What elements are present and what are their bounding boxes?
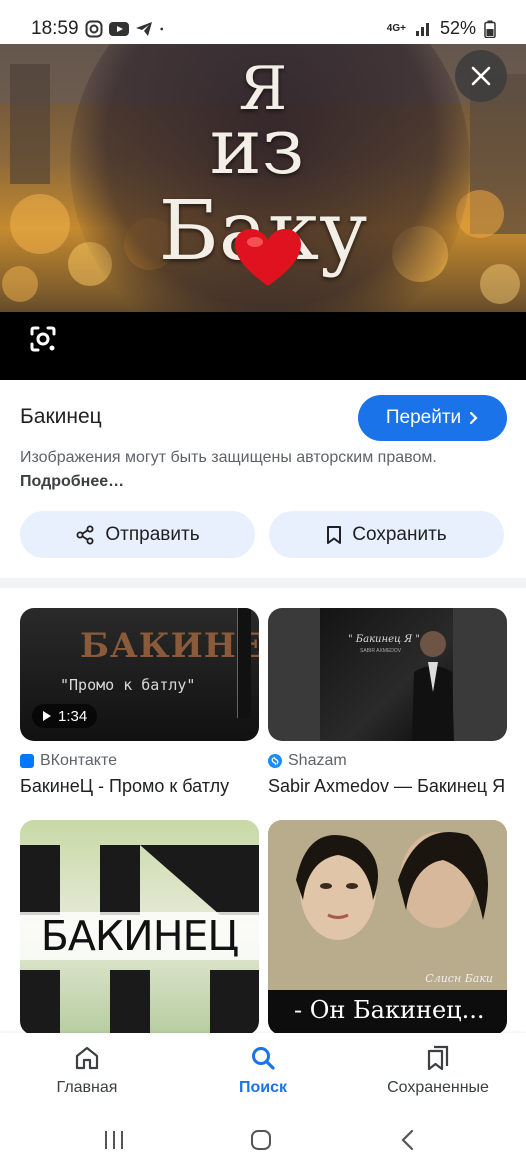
hero-text-line2: из: [209, 102, 305, 192]
close-icon: [471, 66, 491, 86]
nav-home[interactable]: Главная: [12, 1045, 162, 1097]
result-thumbnail[interactable]: " Бакинец Я " SABIR AXMEDOV: [268, 608, 507, 741]
learn-more-link[interactable]: Подробнее…: [20, 473, 124, 490]
home-icon: [75, 1046, 99, 1070]
thumb-title: - Он Бакинец...: [294, 996, 485, 1024]
save-button[interactable]: Сохранить: [269, 511, 504, 558]
share-icon: [76, 525, 94, 544]
play-icon: [43, 711, 51, 721]
notification-icons: [85, 20, 169, 38]
system-navigation-bar: [0, 1113, 526, 1168]
result-card[interactable]: БАКИНЕЦ "Промо к батлу" 1:34 ВКонтакте Б…: [20, 608, 259, 797]
result-source: ВКонтакте: [20, 752, 259, 770]
dot-icon: [160, 27, 164, 31]
duration-text: 1:34: [58, 707, 88, 725]
thumb-side-strip: [237, 608, 251, 718]
chevron-right-icon: [470, 411, 478, 425]
instagram-icon: [85, 20, 103, 38]
save-button-label: Сохранить: [352, 523, 447, 545]
visit-button[interactable]: Перейти: [358, 395, 507, 441]
result-card[interactable]: " Бакинец Я " SABIR AXMEDOV Shazam Sabir…: [268, 608, 507, 797]
thumb-signature: Cлисн Бакu: [425, 972, 493, 985]
search-icon: [252, 1047, 275, 1070]
saved-icon: [427, 1045, 449, 1071]
nav-saved[interactable]: Сохраненные: [363, 1045, 513, 1097]
video-duration: 1:34: [32, 704, 98, 728]
nav-search[interactable]: Поиск: [188, 1045, 338, 1097]
result-card[interactable]: БАКИНЕЦ: [20, 820, 259, 1052]
result-source: Shazam: [268, 752, 507, 770]
result-card[interactable]: Cлисн Бакu - Он Бакинец...: [268, 820, 507, 1052]
result-title[interactable]: Sabir Axmedov — Бакинец Я: [268, 776, 507, 797]
copyright-text: Изображения могут быть защищены авторски…: [20, 449, 437, 466]
thumb-subtitle: SABIR AXMEDOV: [360, 648, 402, 654]
result-title[interactable]: БакинеЦ - Промо к батлу: [20, 776, 259, 797]
source-name: ВКонтакте: [40, 752, 117, 769]
heart-icon: [235, 229, 301, 286]
thumb-title: БАКИНЕЦ: [80, 626, 259, 666]
network-label: 4G+: [386, 23, 406, 34]
result-thumbnail[interactable]: Cлисн Бакu - Он Бакинец...: [268, 820, 507, 1035]
system-status: 4G+ 52%: [387, 18, 496, 39]
youtube-icon: [109, 22, 129, 36]
share-button[interactable]: Отправить: [20, 511, 255, 558]
battery-icon: [484, 20, 496, 38]
signal-icon: [415, 22, 429, 36]
back-icon[interactable]: [393, 1125, 423, 1155]
telegram-icon: [136, 22, 152, 36]
battery-percent: 52%: [439, 18, 476, 38]
result-thumbnail[interactable]: БАКИНЕЦ "Промо к батлу" 1:34: [20, 608, 259, 741]
recent-apps-icon[interactable]: [99, 1125, 129, 1155]
preview-image[interactable]: Я из Баку: [0, 44, 526, 380]
source-name: Shazam: [288, 752, 347, 769]
nav-home-label: Главная: [56, 1079, 118, 1096]
bottom-navigation: Главная Поиск Сохраненные: [0, 1033, 526, 1113]
bookmark-icon: [327, 525, 342, 544]
thumb-subtitle: "Промо к батлу": [60, 676, 196, 694]
shazam-icon: [268, 754, 282, 768]
status-bar: 18:59 4G+ 52%: [0, 0, 526, 44]
vk-icon: [20, 754, 34, 768]
lens-icon[interactable]: [24, 320, 62, 358]
status-time: 18:59: [31, 18, 79, 39]
home-button-icon[interactable]: [246, 1125, 276, 1155]
share-button-label: Отправить: [105, 523, 200, 545]
nav-search-label: Поиск: [238, 1079, 287, 1096]
nav-saved-label: Сохраненные: [387, 1079, 489, 1096]
copyright-notice: Изображения могут быть защищены авторски…: [20, 446, 500, 494]
visit-button-label: Перейти: [385, 407, 462, 428]
thumb-title: БАКИНЕЦ: [20, 912, 259, 960]
site-name: Бакинец: [20, 405, 102, 428]
section-divider: [0, 578, 526, 588]
close-button[interactable]: [455, 50, 507, 102]
result-thumbnail[interactable]: БАКИНЕЦ: [20, 820, 259, 1035]
image-bottom-band: [0, 312, 526, 380]
singer-silhouette: [412, 631, 454, 741]
